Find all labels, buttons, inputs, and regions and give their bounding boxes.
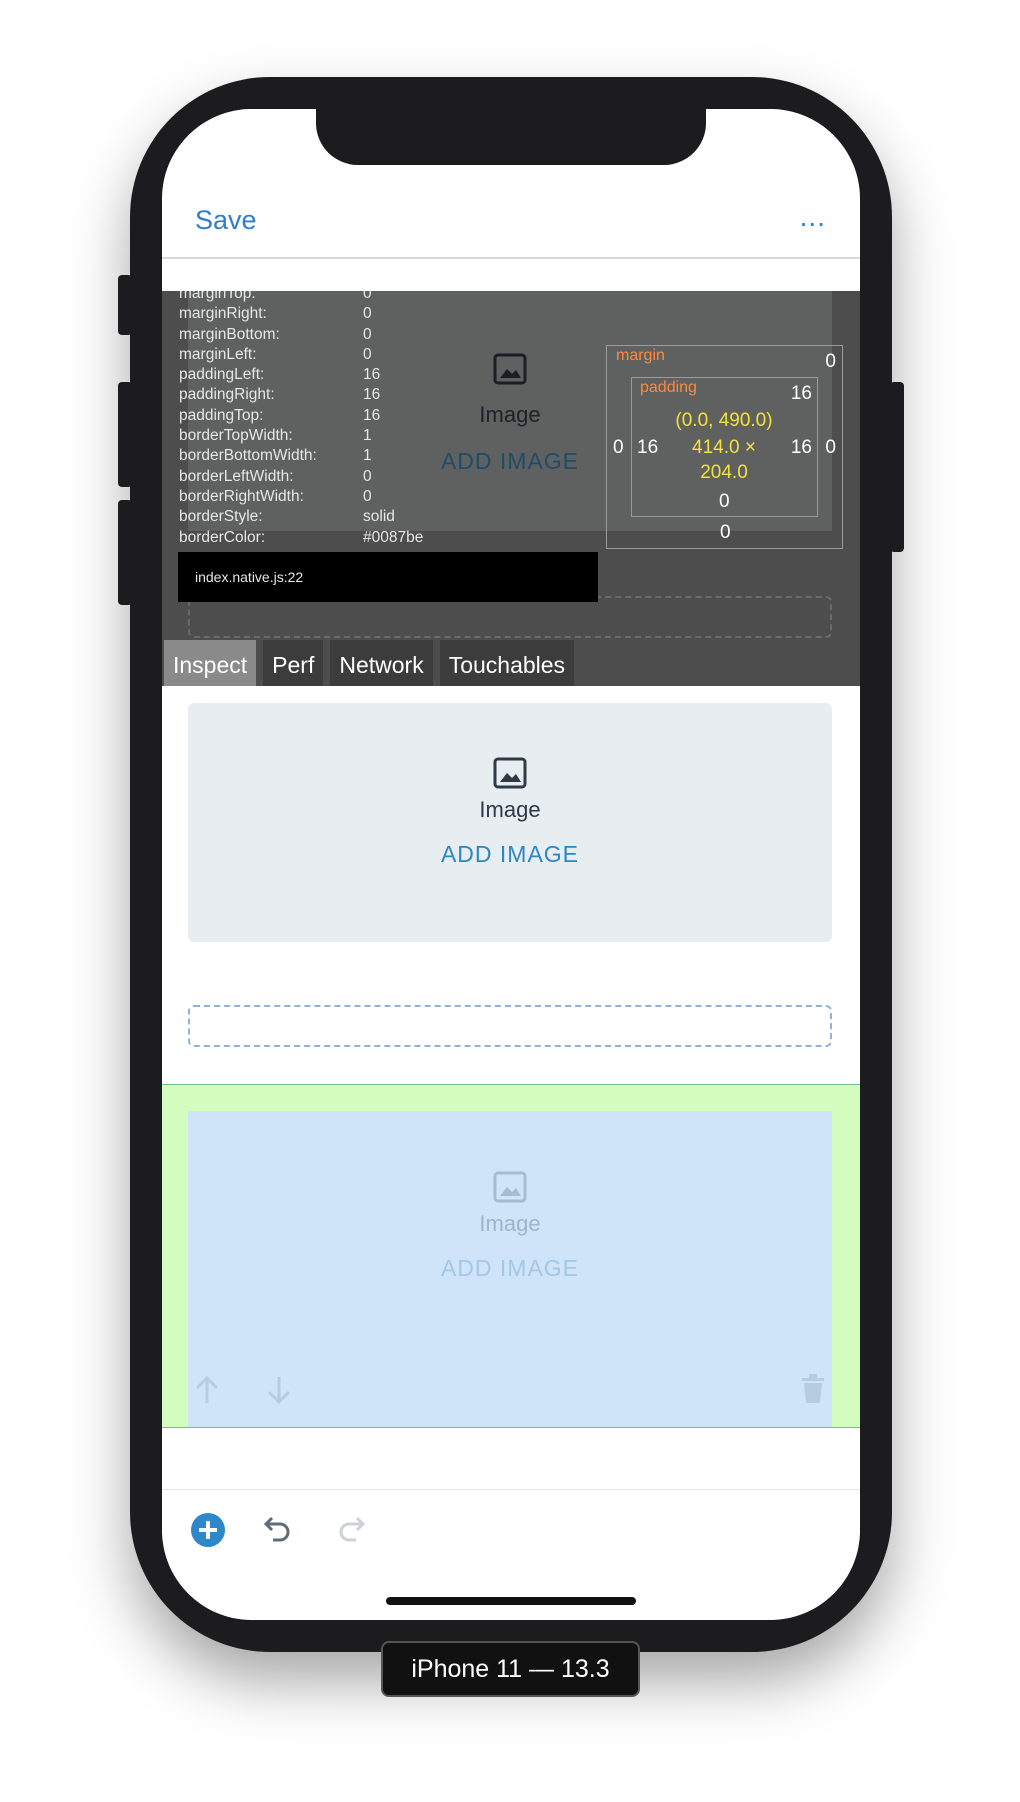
style-prop-row: borderBottomWidth: 1 [179,447,372,465]
notch [316,109,706,165]
style-prop-row: paddingLeft: 16 [179,366,381,384]
tab-network[interactable]: Network [330,640,433,686]
home-indicator [386,1597,636,1605]
image-icon [493,757,527,789]
element-inspector-panel: Image ADD IMAGE marginTop: 0 marginRight:… [162,291,860,686]
device-label: iPhone 11 — 13.3 [381,1641,640,1697]
append-block-dropzone[interactable] [188,1005,832,1047]
element-position: (0.0, 490.0) [675,410,773,431]
tab-inspect[interactable]: Inspect [164,640,257,686]
padding-bottom-value: 0 [719,491,730,512]
inspector-tabs: Inspect Perf Network Touchables [164,640,575,686]
undo-icon[interactable] [263,1514,293,1544]
style-prop-row: marginLeft: 0 [179,345,372,363]
margin-bottom-value: 0 [720,522,731,543]
move-down-icon[interactable] [265,1374,293,1406]
margin-label: margin [616,347,665,364]
image-block[interactable]: Image ADD IMAGE [188,703,832,942]
screen: Save ... Image ADD IMAGE Image ADD IMAGE [162,109,860,1620]
image-label: Image [479,797,541,822]
element-size-width: 414.0 × [692,437,756,458]
move-up-icon[interactable] [193,1374,221,1406]
style-prop-row: marginBottom: 0 [179,325,372,343]
style-prop-row: marginRight: 0 [179,305,372,323]
style-prop-row: borderColor: #0087be [179,528,424,546]
style-prop-row: borderTopWidth: 1 [179,427,372,445]
power-button [890,382,904,552]
padding-box: padding 16 16 16 0 (0.0, 490.0) 414.0 × … [631,377,818,517]
style-prop-row: paddingTop: 16 [179,406,381,424]
image-label: Image [479,1211,541,1236]
image-block-selected[interactable]: Image ADD IMAGE [188,1111,832,1427]
source-file-link[interactable]: index.native.js:22 [178,552,598,602]
volume-down-button [118,500,132,605]
style-prop-row: borderLeftWidth: 0 [179,467,372,485]
image-icon [493,353,527,385]
padding-label: padding [640,379,697,396]
style-properties-list: marginTop: 0 marginRight: 0 marginBottom: 0… [179,291,423,548]
more-options-button[interactable]: ... [800,201,826,233]
tab-touchables[interactable]: Touchables [439,640,575,686]
add-image-button[interactable]: ADD IMAGE [188,1255,832,1282]
element-size-height: 204.0 [700,462,748,483]
style-prop-row: marginTop: 0 [179,291,372,302]
add-image-button[interactable]: ADD IMAGE [188,841,832,868]
trash-icon[interactable] [800,1374,826,1404]
margin-top-value: 0 [825,351,836,372]
margin-left-value: 0 [613,437,624,458]
style-prop-row: borderRightWidth: 0 [179,487,372,505]
padding-top-value: 16 [790,383,812,404]
save-button[interactable]: Save [195,205,257,236]
style-prop-row: borderStyle: solid [179,508,395,526]
style-prop-row: paddingRight: 16 [179,386,381,404]
tab-perf[interactable]: Perf [263,640,324,686]
append-block-dropzone [188,596,832,638]
margin-right-value: 0 [825,437,836,458]
selected-block-highlight: Image ADD IMAGE [162,1084,860,1428]
mute-switch [118,275,132,335]
redo-icon[interactable] [336,1514,366,1544]
volume-up-button [118,382,132,487]
box-model-diagram: margin 0 0 0 0 padding 16 16 16 0 (0.0, … [606,345,843,549]
plus-circle-icon[interactable] [190,1512,226,1548]
image-icon [493,1171,527,1203]
